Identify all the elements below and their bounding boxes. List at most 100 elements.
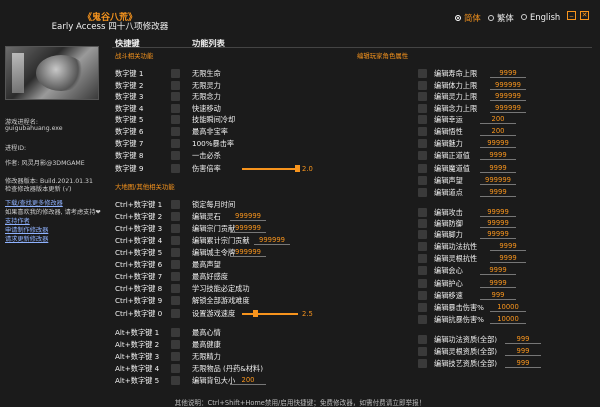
- toggle-checkbox[interactable]: [171, 81, 180, 90]
- value-input[interactable]: 9999: [480, 279, 516, 288]
- lang-simplified[interactable]: 简体: [455, 12, 481, 24]
- section-edit: 编辑玩家角色属性: [357, 52, 409, 60]
- toggle-checkbox[interactable]: [418, 151, 427, 160]
- value-input[interactable]: 99999: [480, 219, 516, 228]
- value-input[interactable]: 999: [505, 347, 541, 356]
- radio-icon: [488, 15, 494, 21]
- toggle-checkbox[interactable]: [171, 69, 180, 78]
- toggle-checkbox[interactable]: [171, 92, 180, 101]
- toggle-checkbox[interactable]: [418, 303, 427, 312]
- slider-thumb[interactable]: [295, 165, 300, 172]
- request-update-link[interactable]: 请求更新修改器: [5, 234, 48, 243]
- toggle-checkbox[interactable]: [418, 127, 427, 136]
- hotkey-label: 数字键 6: [115, 127, 144, 136]
- toggle-checkbox[interactable]: [171, 352, 180, 361]
- toggle-checkbox[interactable]: [171, 296, 180, 305]
- value-input[interactable]: 10000: [490, 303, 526, 312]
- value-input[interactable]: 9999: [490, 69, 526, 78]
- value-input[interactable]: 999999: [230, 212, 266, 221]
- lang-traditional[interactable]: 繁体: [488, 12, 514, 24]
- toggle-checkbox[interactable]: [418, 176, 427, 185]
- toggle-checkbox[interactable]: [171, 284, 180, 293]
- value-input[interactable]: 9999: [490, 254, 526, 263]
- value-input[interactable]: 10000: [490, 315, 526, 324]
- pid-label: 进程ID:: [5, 145, 27, 152]
- slider-thumb[interactable]: [253, 310, 258, 317]
- value-input[interactable]: 99999: [480, 230, 516, 239]
- value-input[interactable]: 999: [505, 335, 541, 344]
- close-button[interactable]: ✕: [580, 11, 589, 20]
- value-input[interactable]: 999: [505, 359, 541, 368]
- toggle-checkbox[interactable]: [418, 188, 427, 197]
- toggle-checkbox[interactable]: [418, 219, 427, 228]
- toggle-checkbox[interactable]: [171, 200, 180, 209]
- toggle-checkbox[interactable]: [418, 291, 427, 300]
- lang-english[interactable]: English: [521, 12, 560, 22]
- toggle-checkbox[interactable]: [171, 139, 180, 148]
- value-input[interactable]: 999999: [230, 224, 266, 233]
- toggle-checkbox[interactable]: [418, 81, 427, 90]
- value-input[interactable]: 200: [230, 376, 266, 385]
- value-input[interactable]: 99999: [480, 208, 516, 217]
- toggle-checkbox[interactable]: [171, 272, 180, 281]
- support-author-link[interactable]: 支持作者: [5, 216, 30, 225]
- toggle-checkbox[interactable]: [171, 212, 180, 221]
- slider-track[interactable]: [242, 313, 298, 315]
- toggle-checkbox[interactable]: [171, 340, 180, 349]
- value-input[interactable]: 999999: [230, 248, 266, 257]
- hotkey-label: Alt+数字键 4: [115, 364, 160, 373]
- toggle-checkbox[interactable]: [171, 224, 180, 233]
- value-input[interactable]: 9999: [480, 164, 516, 173]
- minimize-button[interactable]: _: [567, 10, 576, 20]
- toggle-checkbox[interactable]: [418, 208, 427, 217]
- value-input[interactable]: 9999: [490, 242, 526, 251]
- toggle-checkbox[interactable]: [418, 335, 427, 344]
- toggle-checkbox[interactable]: [171, 115, 180, 124]
- toggle-checkbox[interactable]: [418, 115, 427, 124]
- toggle-checkbox[interactable]: [171, 164, 180, 173]
- toggle-checkbox[interactable]: [418, 347, 427, 356]
- toggle-checkbox[interactable]: [418, 230, 427, 239]
- value-input[interactable]: 200: [480, 115, 516, 124]
- value-input[interactable]: 9999: [480, 151, 516, 160]
- toggle-checkbox[interactable]: [171, 260, 180, 269]
- toggle-checkbox[interactable]: [171, 127, 180, 136]
- toggle-checkbox[interactable]: [171, 309, 180, 318]
- toggle-checkbox[interactable]: [171, 328, 180, 337]
- toggle-checkbox[interactable]: [171, 151, 180, 160]
- toggle-checkbox[interactable]: [418, 315, 427, 324]
- value-input[interactable]: 200: [480, 127, 516, 136]
- toggle-checkbox[interactable]: [171, 364, 180, 373]
- attribute-label: 编辑防御: [434, 219, 463, 228]
- toggle-checkbox[interactable]: [418, 69, 427, 78]
- request-trainer-link[interactable]: 申请制作修改器: [5, 225, 48, 234]
- toggle-checkbox[interactable]: [418, 242, 427, 251]
- toggle-checkbox[interactable]: [418, 254, 427, 263]
- toggle-checkbox[interactable]: [418, 279, 427, 288]
- toggle-checkbox[interactable]: [418, 139, 427, 148]
- slider-track[interactable]: [242, 168, 298, 170]
- value-input[interactable]: 999999: [490, 81, 526, 90]
- value-input[interactable]: 999999: [490, 104, 526, 113]
- footer-note: 其他说明：Ctrl+Shift+Home禁用/启用快捷键；免费修改器，如需付费请…: [174, 399, 426, 407]
- value-input[interactable]: 99999: [480, 139, 516, 148]
- toggle-checkbox[interactable]: [171, 376, 180, 385]
- hotkey-label: Ctrl+数字键 8: [115, 284, 163, 293]
- download-more-link[interactable]: 下载/查找更多修改器: [5, 198, 63, 207]
- update-check[interactable]: 检查修改器版本更新 (√): [5, 184, 71, 193]
- toggle-checkbox[interactable]: [418, 92, 427, 101]
- value-input[interactable]: 9999: [480, 188, 516, 197]
- toggle-checkbox[interactable]: [418, 104, 427, 113]
- value-input[interactable]: 999: [480, 291, 516, 300]
- value-input[interactable]: 999999: [254, 236, 290, 245]
- value-input[interactable]: 999999: [480, 176, 516, 185]
- value-input[interactable]: 9999: [480, 266, 516, 275]
- toggle-checkbox[interactable]: [418, 266, 427, 275]
- toggle-checkbox[interactable]: [418, 359, 427, 368]
- toggle-checkbox[interactable]: [171, 104, 180, 113]
- toggle-checkbox[interactable]: [171, 236, 180, 245]
- feature-label: 无限灵力: [192, 81, 221, 90]
- toggle-checkbox[interactable]: [171, 248, 180, 257]
- toggle-checkbox[interactable]: [418, 164, 427, 173]
- value-input[interactable]: 999999: [490, 92, 526, 101]
